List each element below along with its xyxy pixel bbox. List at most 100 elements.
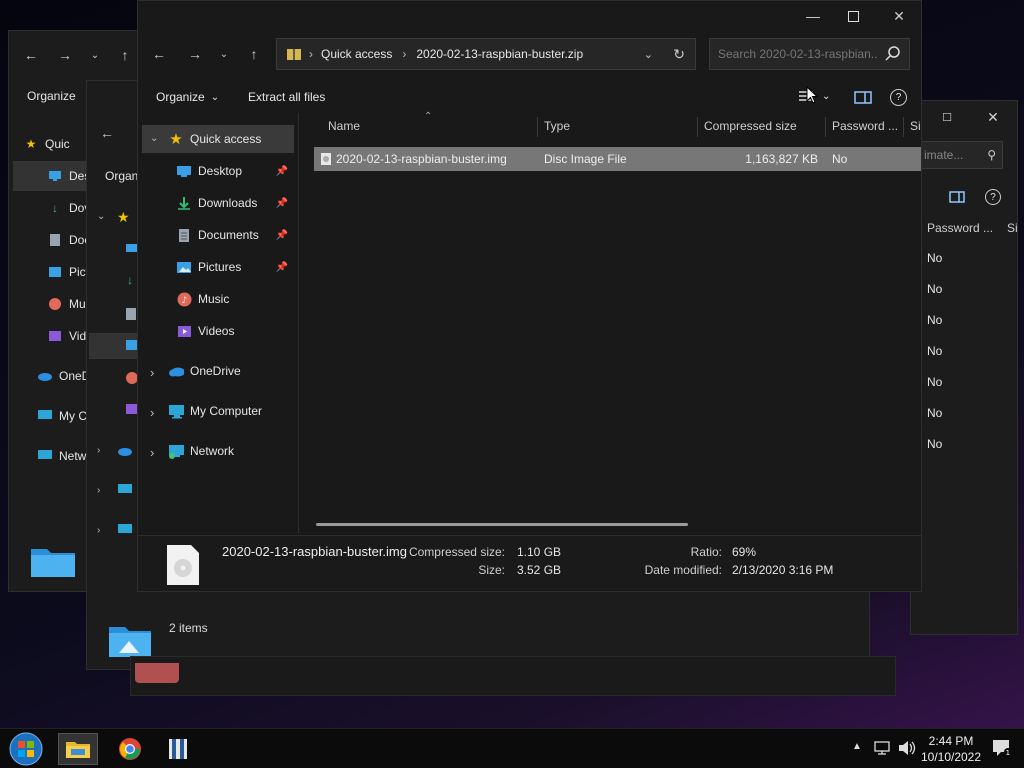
row-type: Disc Image File [544, 152, 627, 166]
back-arrow-icon[interactable]: ← [97, 123, 117, 143]
sidebar-item-music[interactable]: ♪ Music [176, 284, 294, 314]
recent-chevron-icon[interactable]: ⌄ [87, 45, 103, 65]
cloud-icon [168, 363, 184, 379]
list-item: No [927, 437, 943, 451]
extract-all-button[interactable]: Extract all files [248, 90, 325, 104]
expand-chevron-icon[interactable]: › [150, 405, 154, 420]
sidebar-item-my-computer[interactable]: My Computer [168, 396, 328, 426]
details-compressed-label: Compressed size: [408, 545, 505, 559]
desktop-icon [47, 168, 63, 184]
pin-icon[interactable]: 📌 [276, 262, 288, 273]
help-icon[interactable]: ? [985, 189, 1001, 205]
column-separator[interactable] [537, 117, 538, 137]
navigation-pane: ⌄ ★ Quick access Desktop 📌 Downloads 📌 Docu… [138, 113, 298, 533]
clock[interactable]: 2:44 PM 10/10/2022 [918, 733, 984, 765]
panel-icon[interactable] [949, 191, 965, 206]
sidebar-item-desktop[interactable]: Desktop 📌 [176, 156, 294, 186]
middle-organize-button[interactable]: Organi [105, 169, 141, 183]
refresh-icon[interactable]: ↻ [673, 46, 685, 63]
details-size-label: Size: [478, 563, 505, 577]
column-header-type[interactable]: Type [544, 111, 570, 141]
taskbar-archiver[interactable] [160, 733, 196, 765]
taskbar-chrome[interactable] [112, 733, 148, 765]
sidebar-item-documents[interactable]: Documents 📌 [176, 220, 294, 250]
address-dropdown-icon[interactable]: ⌄ [644, 48, 653, 61]
column-header-compressed-size[interactable]: Compressed size [704, 111, 797, 141]
row-compressed-size: 1,163,827 KB [745, 152, 818, 166]
right-size-header[interactable]: Si [1007, 221, 1017, 235]
details-ratio-label: Ratio: [690, 545, 722, 559]
back-organize-button[interactable]: Organize [27, 89, 76, 103]
file-list: ⌃ Name Type Compressed size Password ...… [306, 111, 921, 531]
sort-arrow-icon: ⌃ [424, 111, 433, 122]
search-input[interactable] [718, 47, 878, 61]
pin-icon[interactable]: 📌 [276, 230, 288, 241]
help-icon[interactable]: ? [890, 89, 907, 106]
search-box[interactable] [709, 38, 910, 70]
pin-icon[interactable]: 📌 [276, 166, 288, 177]
back-arrow-icon[interactable]: ← [148, 43, 170, 65]
list-item: No [927, 282, 943, 296]
up-arrow-icon[interactable]: ↑ [115, 45, 135, 65]
column-separator[interactable] [697, 117, 698, 137]
expand-chevron-icon[interactable]: › [150, 445, 154, 460]
list-item: No [927, 251, 943, 265]
sidebar-item-network[interactable]: Network [168, 436, 328, 466]
volume-icon[interactable] [898, 740, 916, 759]
right-search-box[interactable]: imate... ⚲ [917, 141, 1003, 169]
back-arrow-icon[interactable]: ← [21, 45, 41, 65]
start-button[interactable] [6, 732, 46, 766]
expand-chevron-icon[interactable]: › [97, 525, 100, 536]
taskbar-file-explorer[interactable] [58, 733, 98, 765]
details-modified-value: 2/13/2020 3:16 PM [732, 563, 834, 577]
download-icon: ↓ [127, 273, 133, 287]
zip-explorer-window: — ✕ ← → ⌄ ↑ › Quick access › 2020-02-13-… [137, 0, 922, 592]
videos-icon [176, 323, 192, 339]
column-header-name[interactable]: Name [328, 111, 360, 141]
horizontal-scrollbar[interactable] [316, 523, 688, 526]
expand-chevron-icon[interactable]: › [97, 445, 100, 456]
maximize-icon[interactable]: ☐ [939, 109, 955, 125]
forward-arrow-icon[interactable]: → [184, 43, 206, 65]
expand-chevron-icon[interactable]: ⌄ [150, 133, 158, 144]
show-hidden-icons[interactable]: ▲ [852, 741, 862, 752]
column-separator[interactable] [903, 117, 904, 137]
breadcrumb-quick-access[interactable]: Quick access [321, 47, 392, 61]
pane-divider[interactable] [298, 113, 299, 533]
breadcrumb-current[interactable]: 2020-02-13-raspbian-buster.zip [416, 47, 583, 61]
notifications-icon[interactable]: 1 [992, 739, 1012, 760]
sidebar-item-downloads[interactable]: Downloads 📌 [176, 188, 294, 218]
pictures-icon [176, 259, 192, 275]
minimize-icon[interactable]: — [798, 5, 828, 27]
sidebar-item-quick-access[interactable]: ★ Quick access [168, 124, 328, 154]
preview-pane-icon[interactable] [854, 91, 872, 107]
column-header-password[interactable]: Password ... [832, 111, 898, 141]
maximize-icon[interactable] [838, 5, 868, 27]
close-icon[interactable]: ✕ [884, 5, 914, 27]
up-arrow-icon[interactable]: ↑ [243, 43, 265, 65]
forward-arrow-icon[interactable]: → [55, 45, 75, 65]
star-icon: ★ [25, 137, 37, 151]
desktop-icon [176, 163, 192, 179]
expand-chevron-icon[interactable]: › [97, 485, 100, 496]
close-icon[interactable]: ✕ [985, 109, 1001, 125]
organize-button[interactable]: Organize ⌄ [156, 90, 219, 104]
sidebar-item-onedrive[interactable]: OneDrive [168, 356, 328, 386]
search-icon[interactable] [885, 45, 901, 64]
mouse-cursor-icon [806, 85, 819, 107]
list-item: No [927, 344, 943, 358]
network-status-icon[interactable] [874, 740, 892, 759]
clock-date: 10/10/2022 [920, 750, 982, 764]
right-password-header[interactable]: Password ... [927, 221, 993, 235]
expand-chevron-icon[interactable]: › [150, 365, 154, 380]
table-row[interactable]: 2020-02-13-raspbian-buster.img Disc Imag… [314, 147, 921, 171]
pin-icon[interactable]: 📌 [276, 198, 288, 209]
recent-chevron-icon[interactable]: ⌄ [216, 43, 232, 65]
expand-chevron-icon[interactable]: ⌄ [97, 211, 105, 222]
address-bar[interactable]: › Quick access › 2020-02-13-raspbian-bus… [276, 38, 696, 70]
column-separator[interactable] [825, 117, 826, 137]
sidebar-item-videos[interactable]: Videos [176, 316, 294, 346]
column-header-size[interactable]: Si [910, 111, 921, 141]
sidebar-item-pictures[interactable]: Pictures 📌 [176, 252, 294, 282]
cloud-icon [117, 445, 133, 459]
